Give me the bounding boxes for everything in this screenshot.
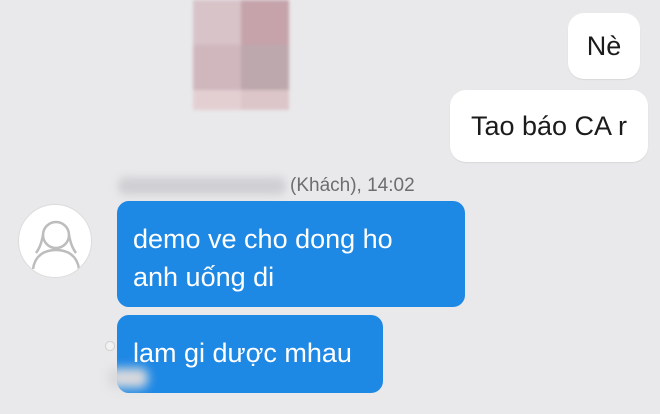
outgoing-message[interactable]: Tao báo CA r — [450, 90, 648, 162]
sender-meta: (Khách), 14:02 — [290, 175, 415, 196]
sender-header: (Khách), 14:02 — [118, 172, 415, 200]
status-dot — [105, 341, 115, 351]
outgoing-message[interactable]: Nè — [568, 13, 640, 79]
avatar[interactable] — [18, 204, 92, 278]
message-text: Tao báo CA r — [470, 110, 628, 141]
pixelated-image — [193, 0, 289, 110]
message-line: anh uống di — [133, 261, 275, 292]
message-line: demo ve cho dong ho — [133, 224, 393, 254]
incoming-message[interactable]: lam gi dược mhau — [117, 315, 383, 393]
user-silhouette-icon — [31, 220, 81, 270]
message-text: lam gi dược mhau — [133, 338, 352, 368]
incoming-message[interactable]: demo ve cho dong ho anh uống di — [117, 201, 465, 307]
blurred-sender-name — [118, 177, 286, 195]
blurred-area — [108, 368, 148, 388]
message-text: Nè — [586, 30, 622, 61]
